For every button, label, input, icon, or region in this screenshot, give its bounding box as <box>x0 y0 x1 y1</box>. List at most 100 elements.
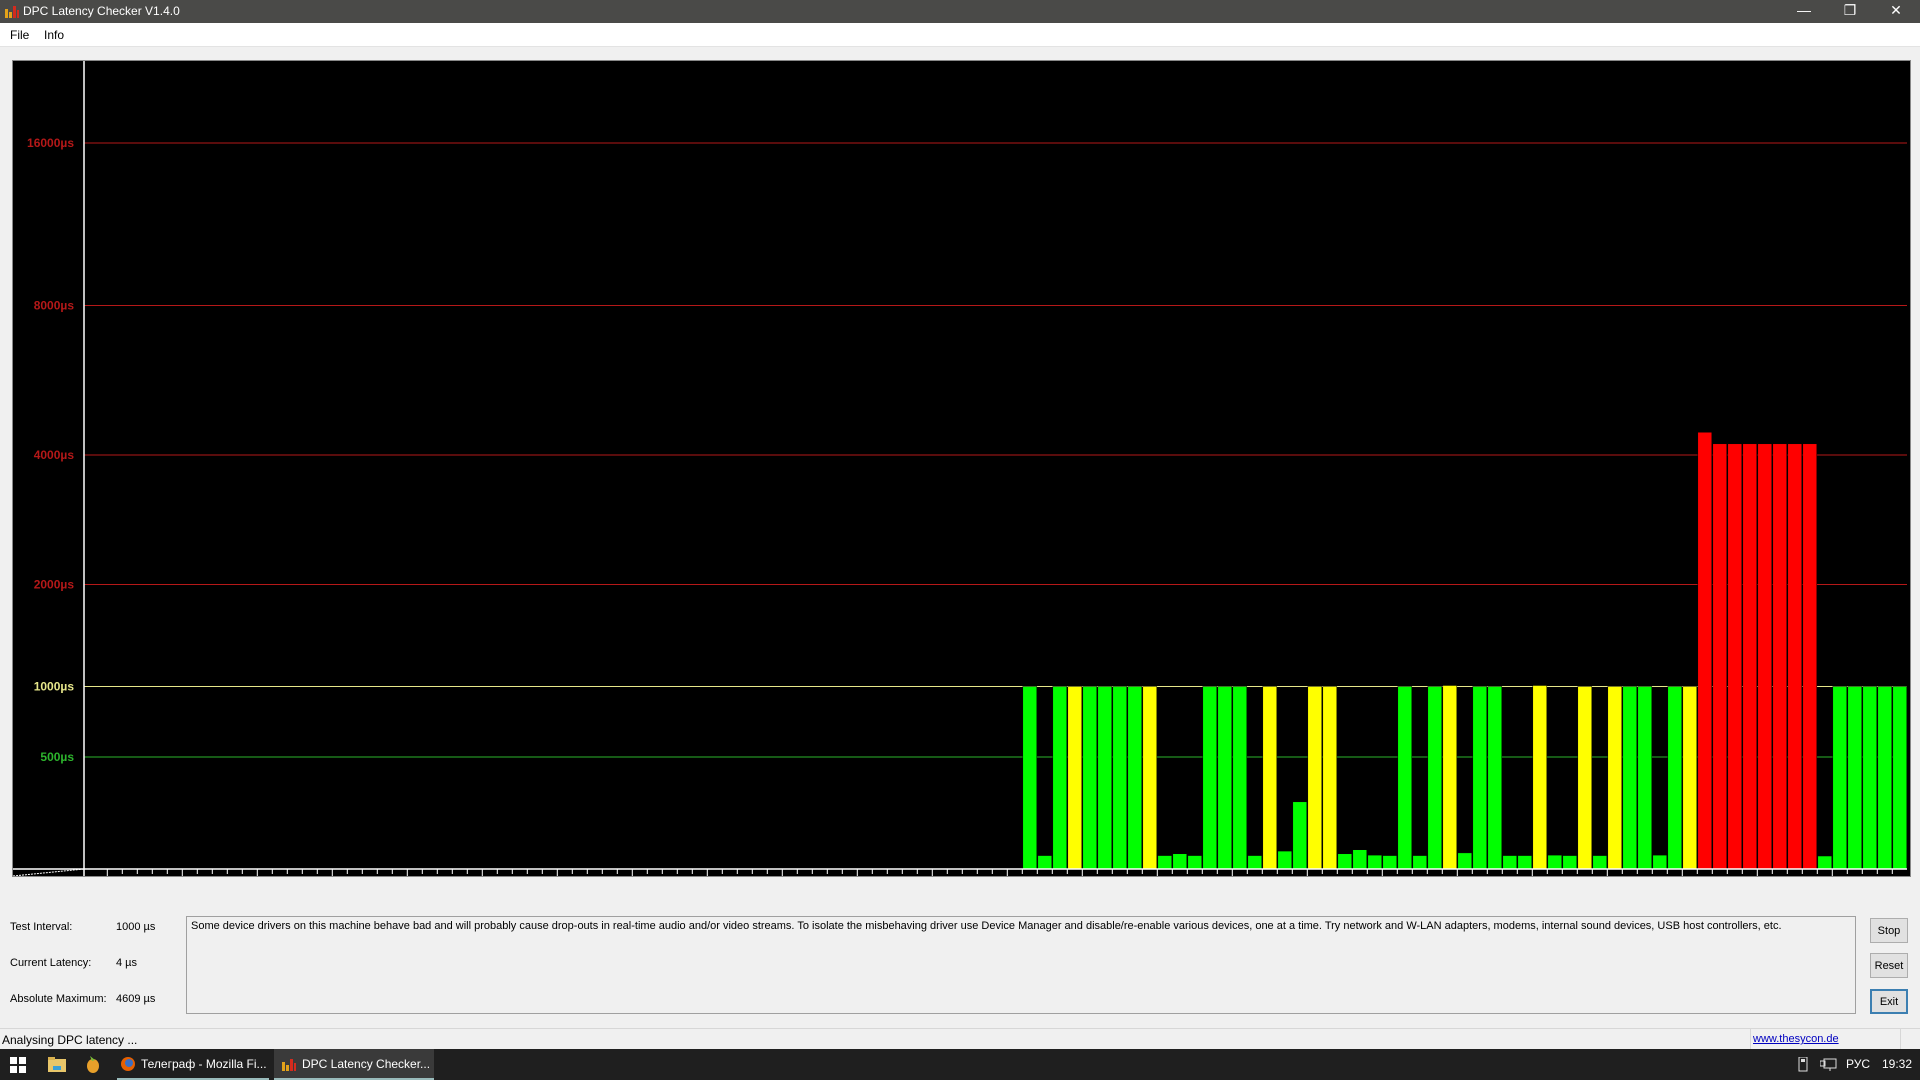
bar <box>1322 686 1338 870</box>
exit-button[interactable]: Exit <box>1870 989 1908 1014</box>
taskbar-item-dpc-latency-checker[interactable]: DPC Latency Checker... <box>274 1049 434 1080</box>
bar <box>1022 686 1038 870</box>
bar <box>1862 686 1878 870</box>
restore-button[interactable]: ❐ <box>1827 0 1873 23</box>
bar <box>1817 855 1833 870</box>
bar <box>1787 443 1803 870</box>
test-interval-value: 1000 µs <box>116 921 156 933</box>
bar <box>1382 855 1398 870</box>
message-box: Some device drivers on this machine beha… <box>186 916 1856 1014</box>
taskbar-item-label: Телеграф - Mozilla Fi... <box>141 1057 267 1071</box>
bar <box>1502 855 1518 870</box>
bar <box>1277 850 1293 870</box>
file-explorer-icon[interactable] <box>48 1057 66 1073</box>
website-link[interactable]: www.thesycon.de <box>1753 1033 1839 1045</box>
title-bar: DPC Latency Checker V1.4.0 — ❐ ✕ <box>0 0 1920 23</box>
bar <box>1832 686 1848 870</box>
app-icon <box>5 6 19 18</box>
minimize-icon: — <box>1797 2 1811 18</box>
latency-chart: 500µs1000µs2000µs4000µs8000µs16000µs µss… <box>12 60 1911 877</box>
bar <box>1532 685 1548 870</box>
dpc-app-icon <box>282 1059 296 1071</box>
bar <box>1622 686 1638 870</box>
minimize-button[interactable]: — <box>1781 0 1827 23</box>
status-bar: Analysing DPC latency ... www.thesycon.d… <box>0 1028 1920 1049</box>
bar <box>1187 855 1203 870</box>
taskbar: Телеграф - Mozilla Fi... DPC Latency Che… <box>0 1049 1920 1080</box>
firefox-icon <box>121 1057 135 1071</box>
bar <box>1637 686 1653 870</box>
current-latency-value: 4 µs <box>116 957 138 969</box>
bar <box>1412 855 1428 870</box>
menu-info[interactable]: Info <box>44 28 64 42</box>
y-tick-label: 1000µs <box>34 680 75 694</box>
taskbar-item-firefox[interactable]: Телеграф - Mozilla Fi... <box>117 1049 269 1080</box>
bar <box>1712 443 1728 870</box>
bar <box>1757 443 1773 870</box>
bar <box>1652 854 1668 870</box>
status-separator <box>1750 1029 1751 1049</box>
current-latency-label: Current Latency: <box>10 957 92 969</box>
close-button[interactable]: ✕ <box>1873 0 1919 23</box>
bar <box>1247 855 1263 870</box>
bar <box>1112 686 1128 870</box>
bar <box>1772 443 1788 870</box>
y-unit-label: µs <box>37 872 51 876</box>
bar <box>1097 686 1113 870</box>
bar <box>1607 686 1623 870</box>
bar <box>1697 431 1713 870</box>
bar <box>1127 686 1143 870</box>
network-icon[interactable] <box>1820 1058 1837 1072</box>
bar <box>1232 686 1248 870</box>
bar <box>1742 443 1758 870</box>
bar <box>1487 686 1503 870</box>
clock[interactable]: 19:32 <box>1882 1049 1912 1080</box>
latency-chart-svg: 500µs1000µs2000µs4000µs8000µs16000µs µss… <box>13 61 1908 876</box>
bar <box>1217 686 1233 870</box>
usb-device-icon[interactable] <box>1798 1057 1810 1073</box>
bar <box>1517 855 1533 870</box>
y-tick-label: 16000µs <box>27 136 74 150</box>
test-interval-label: Test Interval: <box>10 921 73 933</box>
reset-button[interactable]: Reset <box>1870 953 1908 978</box>
bar <box>1157 855 1173 870</box>
bar <box>1352 849 1368 870</box>
bar <box>1667 686 1683 870</box>
restore-icon: ❐ <box>1843 2 1857 18</box>
bar <box>1337 853 1353 870</box>
y-tick-label: 500µs <box>40 750 74 764</box>
close-icon: ✕ <box>1890 2 1902 18</box>
bar <box>1427 686 1443 870</box>
stop-button[interactable]: Stop <box>1870 918 1908 943</box>
bar <box>1892 686 1908 870</box>
status-text: Analysing DPC latency ... <box>2 1033 138 1047</box>
bar <box>1262 686 1278 870</box>
bar <box>1472 686 1488 870</box>
bar <box>1682 686 1698 870</box>
fl-studio-icon[interactable] <box>86 1056 100 1073</box>
bar <box>1307 686 1323 870</box>
bar <box>1562 855 1578 870</box>
bar <box>1847 686 1863 870</box>
window-title: DPC Latency Checker V1.4.0 <box>23 4 180 18</box>
menu-bar: File Info <box>0 23 1920 47</box>
bar <box>1142 686 1158 870</box>
language-indicator[interactable]: РУС <box>1846 1049 1870 1080</box>
bar <box>1457 852 1473 870</box>
bar <box>1082 686 1098 870</box>
taskbar-item-label: DPC Latency Checker... <box>302 1057 431 1071</box>
menu-file[interactable]: File <box>10 28 29 42</box>
bar <box>1367 854 1383 870</box>
bar <box>1592 855 1608 870</box>
bar <box>1547 854 1563 870</box>
absolute-maximum-label: Absolute Maximum: <box>10 993 107 1005</box>
bar <box>1202 686 1218 870</box>
bar <box>1397 686 1413 870</box>
y-tick-label: 8000µs <box>34 299 75 313</box>
bar <box>1172 853 1188 870</box>
bar <box>1052 686 1068 870</box>
status-separator <box>1900 1029 1901 1049</box>
bar <box>1442 685 1458 870</box>
windows-start-icon[interactable] <box>10 1057 26 1073</box>
y-tick-label: 4000µs <box>34 448 75 462</box>
